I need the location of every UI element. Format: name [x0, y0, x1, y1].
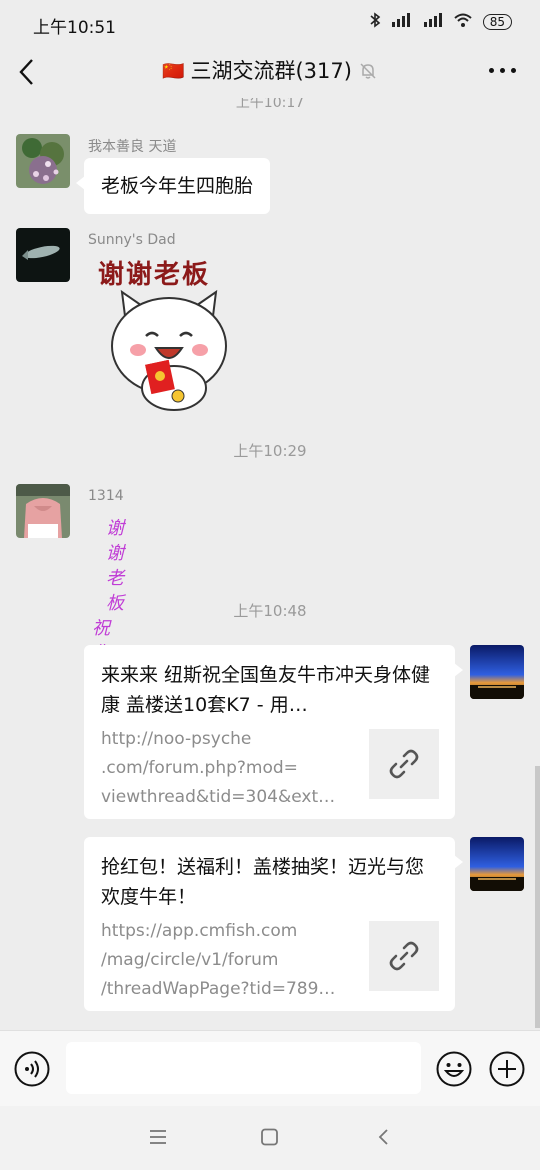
link-thumbnail	[369, 921, 439, 991]
sender-name: Sunny's Dad	[88, 232, 176, 248]
wifi-icon	[453, 12, 473, 32]
cat-sticker-icon	[111, 289, 227, 411]
signal-icon-2	[423, 12, 443, 32]
status-time: 上午10:51	[33, 18, 116, 38]
more-functions-button[interactable]	[489, 1051, 525, 1091]
link-url-line: .com/forum.php?mod=	[101, 758, 298, 778]
dot	[489, 68, 494, 73]
sticker[interactable]: 谢谢老板	[84, 252, 254, 412]
link-icon	[389, 941, 419, 971]
timestamp: 上午10:48	[233, 602, 307, 620]
link-title: 来来来 纽斯祝全国鱼友牛市冲天身体健康 盖楼送10套K7 - 用…	[101, 664, 431, 716]
emoji-icon	[436, 1051, 472, 1087]
bluetooth-icon	[369, 12, 381, 32]
avatar[interactable]	[16, 228, 70, 282]
link-card[interactable]: 来来来 纽斯祝全国鱼友牛市冲天身体健康 盖楼送10套K7 - 用… http:/…	[84, 645, 463, 819]
battery-icon: 85	[482, 14, 512, 30]
status-icons: 85	[369, 12, 512, 32]
link-url: https://app.cmfish.com /mag/circle/v1/fo…	[101, 917, 356, 1004]
link-url-line: /mag/circle/v1/forum	[101, 950, 279, 970]
group-name: 三湖交流群(317)	[190, 59, 352, 83]
status-bar: 上午10:51 85	[0, 0, 540, 46]
link-icon	[389, 749, 419, 779]
input-bar	[0, 1030, 540, 1106]
voice-button[interactable]	[14, 1051, 50, 1091]
link-title: 抢红包！送福利！盖楼抽奖！迈光与您欢度牛年！	[101, 856, 425, 908]
home-square-icon	[261, 1128, 278, 1146]
timestamp-partial: 上午10:17	[235, 98, 305, 111]
message-input[interactable]	[66, 1042, 421, 1094]
message-list[interactable]: 上午10:17 我本善良 天道 老板今年生四胞胎 Sunny's Dad 谢谢老	[0, 98, 540, 1030]
scrollbar[interactable]	[535, 766, 540, 1028]
chevron-left-icon	[378, 1129, 388, 1145]
message-bubble[interactable]: 老板今年生四胞胎	[75, 158, 271, 214]
home-nav-button[interactable]	[260, 1128, 280, 1150]
back-nav-button[interactable]	[374, 1128, 394, 1150]
voice-icon	[14, 1051, 50, 1087]
plus-icon	[489, 1051, 525, 1087]
link-url-line: http://noo-psyche	[101, 729, 252, 749]
mute-bell-icon	[358, 60, 378, 88]
more-options-button[interactable]	[489, 68, 516, 73]
sender-name: 我本善良 天道	[88, 139, 177, 155]
avatar[interactable]	[16, 484, 70, 538]
link-thumbnail	[369, 729, 439, 799]
dot	[500, 68, 505, 73]
dot	[511, 68, 516, 73]
my-avatar[interactable]	[470, 837, 524, 891]
flag-icon: 🇨🇳	[162, 61, 185, 82]
sender-name: 1314	[88, 488, 124, 504]
link-url: http://noo-psyche .com/forum.php?mod= vi…	[101, 725, 356, 812]
avatar[interactable]	[16, 134, 70, 188]
system-nav-bar	[0, 1106, 540, 1170]
timestamp: 上午10:29	[233, 442, 307, 460]
link-card[interactable]: 抢红包！送福利！盖楼抽奖！迈光与您欢度牛年！ https://app.cmfis…	[84, 837, 463, 1011]
my-avatar[interactable]	[470, 645, 524, 699]
menu-icon	[150, 1130, 166, 1144]
signal-icon	[391, 12, 413, 32]
link-url-line: https://app.cmfish.com	[101, 921, 298, 941]
link-url-line: /threadWapPage?tid=789…	[101, 979, 336, 999]
emoji-button[interactable]	[436, 1051, 472, 1091]
chat-header: 🇨🇳 三湖交流群(317)	[0, 46, 540, 98]
menu-nav-button[interactable]	[148, 1128, 168, 1150]
link-url-line: viewthread&tid=304&ext…	[101, 787, 336, 807]
chat-title: 🇨🇳 三湖交流群(317)	[0, 57, 540, 88]
